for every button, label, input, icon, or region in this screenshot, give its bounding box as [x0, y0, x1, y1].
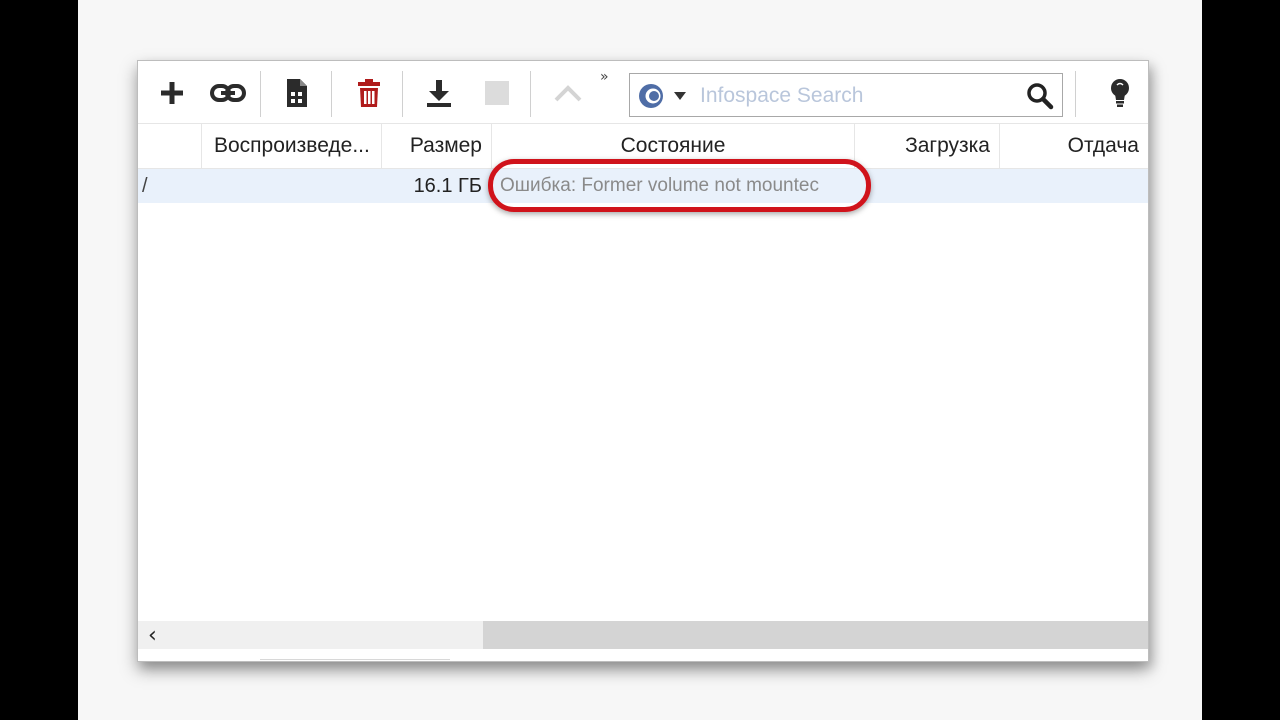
scrollbar-thumb[interactable] — [483, 621, 1148, 649]
cell-name: / — [142, 175, 148, 197]
link-icon — [210, 84, 246, 102]
toolbar-separator — [1075, 71, 1076, 117]
cell-upload — [1000, 169, 1148, 203]
error-highlight-annotation — [488, 159, 871, 212]
horizontal-scrollbar[interactable]: ‹ — [138, 621, 1148, 649]
cell-size: 16.1 ГБ — [413, 175, 482, 197]
tip-button[interactable] — [1102, 75, 1138, 111]
stop-icon — [485, 81, 509, 105]
download-icon — [427, 80, 451, 107]
cell-download — [855, 169, 1000, 203]
chevron-up-icon — [554, 85, 582, 102]
infospace-icon[interactable] — [638, 83, 664, 109]
column-header-upload[interactable]: Отдача — [1000, 124, 1148, 168]
torrent-client-window: » Infospace Search Воспроизведе... Разме… — [137, 60, 1149, 662]
column-header-download[interactable]: Загрузка — [855, 124, 1000, 168]
status-bar-divider — [260, 659, 450, 660]
move-up-button[interactable] — [550, 75, 586, 111]
toolbar-separator — [331, 71, 332, 117]
toolbar: » — [138, 61, 1148, 123]
column-header-playback[interactable]: Воспроизведе... — [202, 124, 382, 168]
search-box — [629, 73, 1063, 117]
create-torrent-button[interactable] — [279, 75, 315, 111]
plus-icon — [161, 82, 183, 104]
file-icon — [287, 79, 307, 107]
scroll-left-arrow[interactable]: ‹ — [148, 623, 157, 648]
start-button[interactable] — [421, 75, 457, 111]
add-torrent-button[interactable] — [154, 75, 190, 111]
column-header-size[interactable]: Размер — [382, 124, 492, 168]
toolbar-overflow-chevron[interactable]: » — [600, 69, 608, 85]
stop-button[interactable] — [479, 75, 515, 111]
column-header-name[interactable] — [138, 124, 202, 168]
toolbar-separator — [402, 71, 403, 117]
trash-icon — [358, 79, 380, 107]
search-icon[interactable] — [1026, 82, 1054, 110]
status-bar — [138, 649, 1148, 661]
remove-button[interactable] — [351, 75, 387, 111]
lightbulb-icon — [1111, 79, 1129, 107]
search-input[interactable] — [698, 82, 1012, 110]
toolbar-separator — [260, 71, 261, 117]
chevron-down-icon[interactable] — [674, 92, 686, 100]
add-link-button[interactable] — [208, 75, 248, 111]
cell-playback — [202, 169, 382, 203]
toolbar-separator — [530, 71, 531, 117]
